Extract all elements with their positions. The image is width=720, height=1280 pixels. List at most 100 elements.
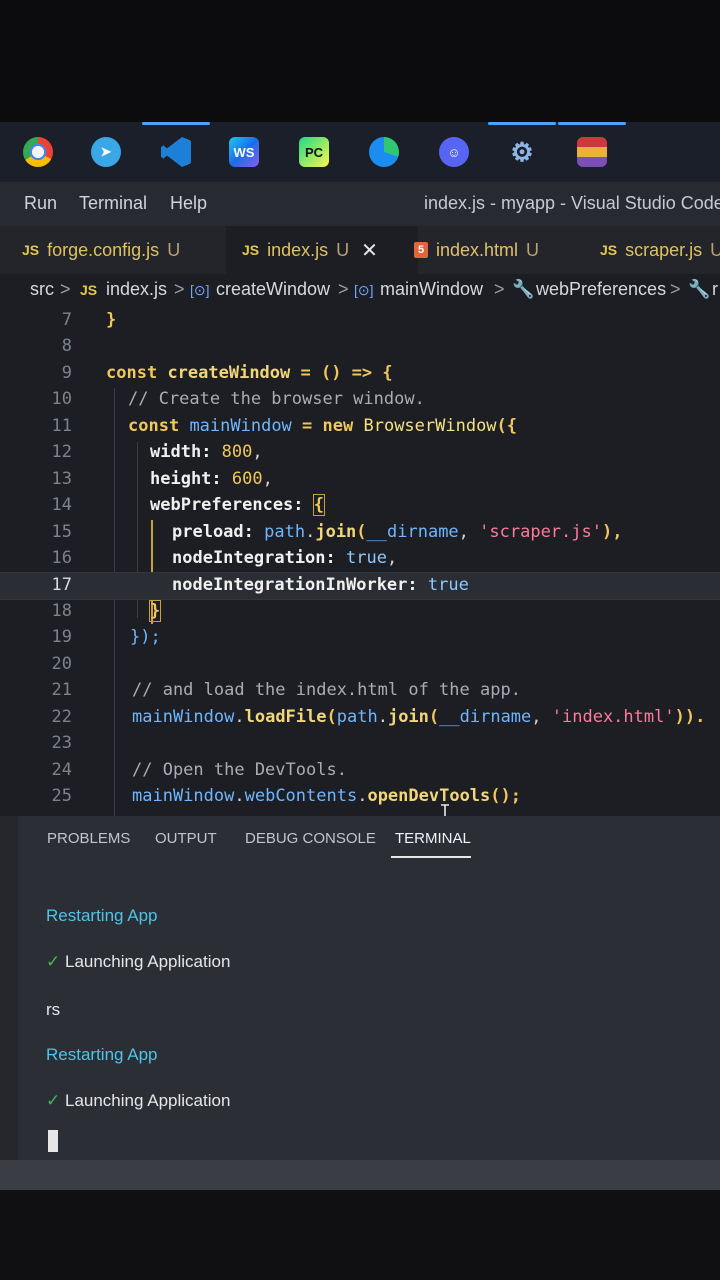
chevron-right-icon: > bbox=[338, 279, 349, 299]
code-token: path bbox=[336, 707, 378, 727]
taskbar-winrar[interactable] bbox=[558, 122, 626, 172]
line-number: 10 bbox=[51, 389, 72, 409]
code-line: 7 } bbox=[0, 308, 720, 334]
breadcrumb-variable[interactable]: mainWindow bbox=[380, 279, 483, 300]
code-line: 18 } bbox=[0, 599, 720, 625]
tab-index-js[interactable]: JS index.js U ✕ bbox=[226, 226, 418, 274]
code-token: : bbox=[325, 548, 347, 568]
editor-tabs: JS forge.config.js U JS index.js U ✕ 5 i… bbox=[0, 226, 720, 274]
line-number: 14 bbox=[51, 495, 72, 515]
terminal-cursor[interactable] bbox=[48, 1130, 58, 1152]
terminal-line: Restarting App bbox=[46, 1045, 158, 1065]
taskbar-settings[interactable]: ⚙ bbox=[488, 122, 556, 172]
symbol-icon: [⊙] bbox=[354, 282, 374, 298]
terminal-line: ✓ Launching Application bbox=[46, 1091, 230, 1111]
breadcrumb-file[interactable]: index.js bbox=[106, 279, 167, 300]
code-line: 13 height: 600, bbox=[0, 467, 720, 493]
window-title: index.js - myapp - Visual Studio Code [A bbox=[424, 193, 720, 213]
taskbar-vscode[interactable] bbox=[142, 122, 210, 172]
code-line: 19 }); bbox=[0, 625, 720, 651]
check-icon: ✓ bbox=[46, 1091, 61, 1110]
taskbar-webstorm[interactable]: WS bbox=[224, 132, 264, 172]
code-token: : bbox=[211, 469, 232, 489]
symbol-icon: [⊙] bbox=[190, 282, 210, 298]
line-number: 15 bbox=[51, 522, 72, 542]
code-token: join bbox=[387, 707, 429, 727]
html-file-icon: 5 bbox=[414, 242, 428, 258]
tab-output[interactable]: OUTPUT bbox=[155, 830, 217, 847]
code-token: }); bbox=[130, 627, 161, 647]
code-token: ( bbox=[326, 707, 337, 727]
winrar-icon bbox=[577, 137, 607, 167]
taskbar-discord[interactable]: ☺ bbox=[434, 132, 474, 172]
code-token: ({ bbox=[496, 416, 518, 436]
menu-terminal[interactable]: Terminal bbox=[79, 193, 147, 214]
code-token: join bbox=[315, 522, 357, 542]
taskbar-pycharm[interactable]: PC bbox=[294, 132, 334, 172]
code-line: 25 mainWindow.webContents.openDevTools()… bbox=[0, 784, 720, 810]
code-token: __dirname bbox=[366, 522, 459, 542]
breadcrumb-more: r bbox=[712, 279, 718, 299]
breadcrumb-folder[interactable]: src bbox=[30, 279, 54, 300]
tab-status: U bbox=[526, 239, 540, 260]
chevron-right-icon: > bbox=[494, 279, 505, 299]
webstorm-icon: WS bbox=[229, 137, 259, 167]
tab-scraper-js[interactable]: JS scraper.js U bbox=[600, 226, 720, 274]
line-number: 18 bbox=[51, 601, 72, 621]
taskbar-edge[interactable] bbox=[364, 132, 404, 172]
code-token: : bbox=[407, 575, 428, 595]
code-line: 9 const createWindow = () => { bbox=[0, 361, 720, 387]
taskbar-chrome[interactable] bbox=[18, 132, 58, 172]
code-line: 8 bbox=[0, 334, 720, 360]
code-comment: // Open the DevTools. bbox=[132, 760, 347, 780]
chevron-right-icon: > bbox=[174, 279, 185, 299]
js-file-icon: JS bbox=[242, 242, 260, 258]
tab-debug-console[interactable]: DEBUG CONSOLE bbox=[245, 830, 376, 847]
code-token: . bbox=[357, 786, 368, 806]
code-token: . bbox=[377, 707, 388, 727]
code-token: mainWindow bbox=[132, 707, 235, 727]
tab-terminal[interactable]: TERMINAL bbox=[391, 830, 471, 858]
tab-label: forge.config.js bbox=[47, 239, 160, 260]
code-comment: // Create the browser window. bbox=[128, 389, 425, 409]
line-number: 9 bbox=[61, 363, 72, 383]
code-token: openDevTools bbox=[367, 786, 491, 806]
code-token: loadFile bbox=[244, 707, 327, 727]
code-token: 'scraper.js' bbox=[479, 522, 602, 542]
tab-label: scraper.js bbox=[625, 239, 703, 260]
code-token: new bbox=[322, 416, 354, 436]
breadcrumb-function[interactable]: createWindow bbox=[216, 279, 330, 300]
code-editor[interactable]: 7 } 8 9 const createWindow = () => { 10 … bbox=[0, 308, 720, 826]
code-token: nodeIntegrationInWorker bbox=[172, 575, 408, 595]
monitor-bezel-top bbox=[0, 0, 720, 122]
menu-bar: Run Terminal Help index.js - myapp - Vis… bbox=[0, 182, 720, 226]
wrench-icon: 🔧 bbox=[512, 279, 535, 299]
code-comment: // and load the index.html of the app. bbox=[132, 680, 521, 700]
code-token: webPreferences bbox=[150, 495, 294, 515]
breadcrumb: src > JS index.js > [⊙] createWindow > [… bbox=[0, 274, 720, 308]
code-token: webContents bbox=[244, 786, 358, 806]
code-token: = bbox=[291, 416, 323, 436]
code-token: : bbox=[243, 522, 265, 542]
tab-index-html[interactable]: 5 index.html U bbox=[414, 226, 584, 274]
close-icon[interactable]: ✕ bbox=[361, 238, 378, 263]
code-line: 15 preload: path.join(__dirname, 'scrape… bbox=[0, 520, 720, 546]
code-token: createWindow bbox=[167, 363, 291, 383]
taskbar-telegram[interactable]: ➤ bbox=[86, 132, 126, 172]
taskbar: ➤ WS PC ☺ ⚙ bbox=[0, 122, 720, 182]
tab-problems[interactable]: PROBLEMS bbox=[47, 830, 130, 847]
code-token: . bbox=[305, 522, 316, 542]
code-token: } bbox=[148, 600, 162, 622]
code-token: ( bbox=[356, 522, 367, 542]
tab-forge-config[interactable]: JS forge.config.js U bbox=[22, 226, 222, 274]
terminal-text: Launching Application bbox=[64, 1091, 231, 1110]
line-number: 7 bbox=[61, 310, 72, 330]
menu-run[interactable]: Run bbox=[24, 193, 57, 214]
chevron-right-icon: > bbox=[60, 279, 71, 299]
code-token: true bbox=[427, 575, 469, 595]
menu-help[interactable]: Help bbox=[170, 193, 207, 214]
line-number: 11 bbox=[51, 416, 72, 436]
breadcrumb-property[interactable]: webPreferences bbox=[536, 279, 666, 300]
tab-status: U bbox=[336, 239, 350, 260]
wrench-icon: 🔧 bbox=[688, 279, 711, 299]
